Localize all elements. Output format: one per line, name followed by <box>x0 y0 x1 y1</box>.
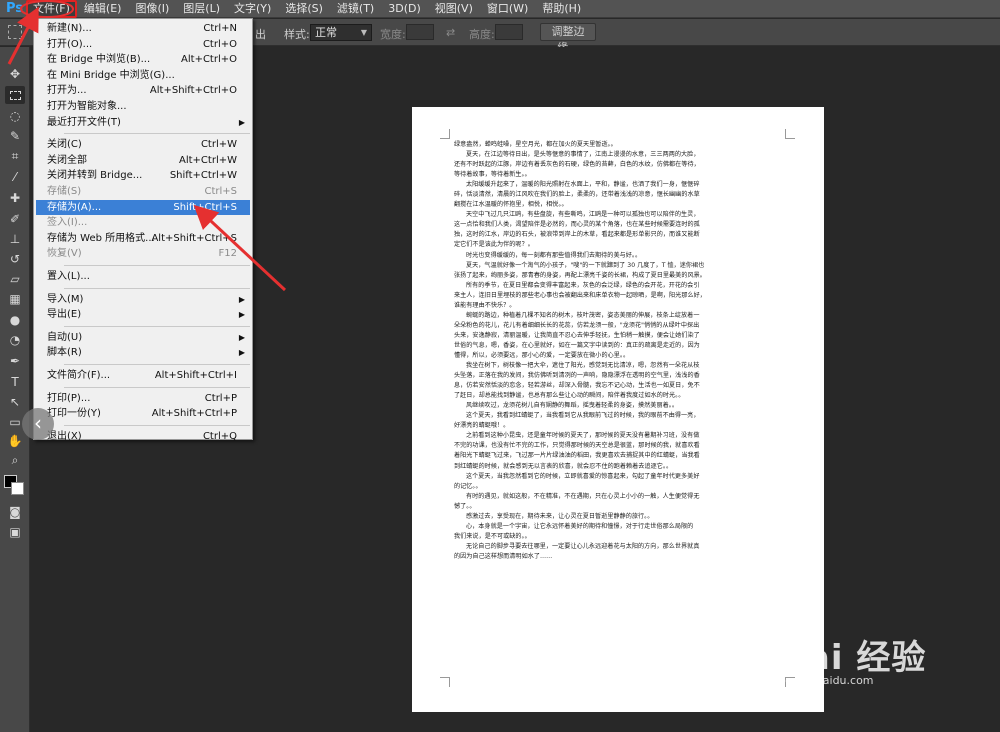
watermark-url: jingyan.baidu.com <box>772 674 874 687</box>
watermark: Bai 经验 jingyan.baidu.com <box>750 622 990 722</box>
back-arrow-icon[interactable]: ‹ <box>22 408 54 440</box>
arrow-to-file-menu <box>7 6 39 65</box>
arrow-to-save-as <box>193 204 287 292</box>
watermark-brand: Bai 经验 <box>780 638 927 678</box>
circle-highlight-file-menu <box>20 0 74 18</box>
